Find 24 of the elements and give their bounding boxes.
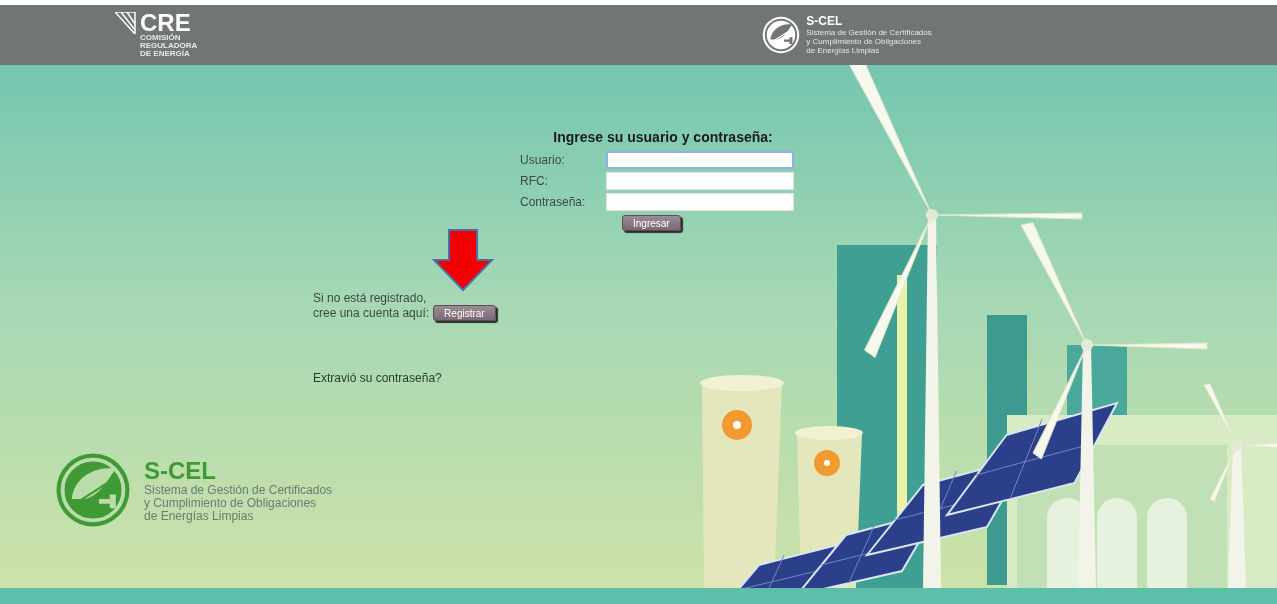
logo-subtitle: y Cumplimiento de Obligaciones xyxy=(144,496,318,510)
logo-subtitle: de Energías Limpias xyxy=(144,509,254,523)
register-prompt: cree una cuenta aquí: xyxy=(313,306,430,320)
field-label: Usuario: xyxy=(520,153,566,167)
arrow-down-icon xyxy=(432,229,494,291)
input-field[interactable] xyxy=(606,151,794,169)
logo-title: S-CEL xyxy=(806,15,844,28)
field-label: RFC: xyxy=(520,174,549,188)
register-button[interactable]: Registrar xyxy=(433,305,496,321)
leaf-plug-logo-icon xyxy=(55,452,131,528)
login-heading: Ingrese su usuario y contraseña: xyxy=(552,129,774,145)
logo-title: CRE xyxy=(140,12,192,34)
logo-subtitle: COMISIÓN xyxy=(140,34,182,42)
logo-subtitle: Sistema de Gestión de Certificados xyxy=(806,28,932,37)
logo-title: S-CEL xyxy=(144,457,217,484)
logo-subtitle: de Energías Limpias xyxy=(806,46,881,55)
login-button[interactable]: Ingresar xyxy=(622,215,681,231)
field-label: Contraseña: xyxy=(520,195,587,209)
leaf-plug-logo-icon xyxy=(762,16,801,54)
forgot-password-link[interactable]: Extravió su contraseña? xyxy=(313,371,442,385)
logo-subtitle: Sistema de Gestión de Certificados xyxy=(144,483,333,497)
logo-subtitle: y Cumplimiento de Obligaciones xyxy=(806,37,923,46)
register-prompt: Si no está registrado, xyxy=(313,291,428,305)
stripes-logo-icon xyxy=(115,12,137,34)
